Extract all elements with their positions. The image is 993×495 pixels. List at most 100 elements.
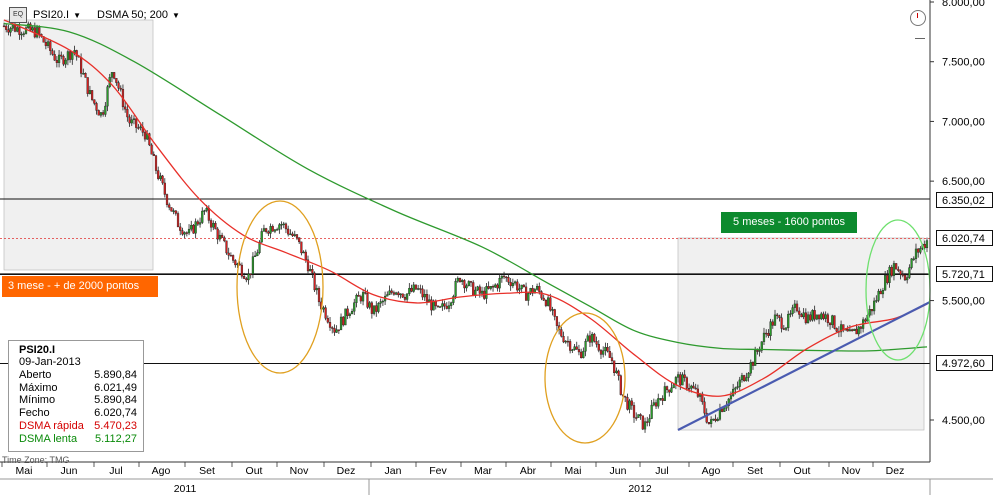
candle-body (798, 310, 801, 315)
x-tick-label: Ago (702, 465, 721, 477)
price-chart[interactable]: 8.000,00 7.500,00 7.000,00 6.500,00 5.500,00… (0, 0, 993, 495)
scroll-indicator[interactable] (915, 28, 925, 39)
candle-body (582, 350, 585, 359)
candle-body (584, 341, 587, 352)
candle-body (55, 59, 58, 63)
candle-body (212, 222, 215, 228)
candle-body (771, 321, 774, 326)
y-tick-label: 4.500,00 (942, 415, 985, 427)
candle-body (165, 194, 169, 205)
candle-body (652, 402, 655, 406)
candle-body (758, 350, 761, 352)
candle-body (641, 415, 644, 430)
candle-body (591, 333, 594, 343)
candle-body (454, 281, 457, 297)
candle-body (738, 379, 741, 387)
candle-body (815, 314, 818, 320)
candle-body (439, 306, 442, 308)
candle-body (824, 314, 827, 319)
clock-icon[interactable] (910, 10, 926, 26)
candle-body (670, 387, 673, 393)
candle-body (355, 294, 358, 303)
candle-body (899, 270, 902, 275)
candle-body (502, 275, 506, 278)
candle-body (273, 229, 277, 232)
candle-body (359, 296, 362, 302)
candle-body (793, 303, 796, 308)
row-label-high: Máximo (19, 381, 58, 394)
candle-body (287, 228, 290, 235)
candle-body (157, 170, 160, 179)
x-tick-label: Mar (474, 465, 493, 477)
candle-body (617, 370, 620, 376)
candle-body (174, 210, 177, 214)
candle-body (249, 273, 252, 276)
candle-body (456, 278, 459, 282)
x-tick-label: Dez (337, 465, 356, 477)
candle-body (183, 232, 186, 235)
candle-body (366, 293, 369, 308)
candle-body (201, 210, 204, 223)
candle-body (450, 302, 453, 306)
candle-body (271, 226, 274, 232)
candle-body (159, 175, 162, 179)
candle-body (399, 293, 402, 296)
candle-body (762, 332, 766, 342)
year-label: 2011 (174, 483, 197, 495)
candle-body (687, 387, 691, 390)
candle-body (707, 422, 711, 424)
candle-body (35, 27, 39, 38)
chevron-down-icon[interactable]: ▼ (172, 11, 180, 20)
candle-body (22, 33, 25, 35)
candle-body (18, 27, 21, 35)
symbol-selector[interactable]: PSI20.I (33, 9, 69, 21)
candle-body (535, 286, 539, 290)
candle-body (357, 294, 360, 297)
candle-body (665, 386, 669, 391)
candle-body (672, 384, 675, 389)
candle-body (254, 255, 257, 258)
candle-body (82, 73, 85, 75)
chevron-down-icon[interactable]: ▼ (73, 11, 81, 20)
candle-body (619, 375, 622, 395)
candle-body (553, 309, 556, 317)
candle-body (518, 288, 521, 291)
x-tick-label: Ago (152, 465, 171, 477)
data-window: PSI20.I 09-Jan-2013 Aberto 5.890,84 Máxim… (8, 340, 144, 452)
candle-body (276, 229, 279, 231)
candle-body (610, 357, 614, 361)
candle-body (317, 288, 321, 303)
candle-body (445, 305, 448, 309)
x-tick-label: Out (794, 465, 811, 477)
candle-body (218, 234, 221, 240)
candle-body (822, 313, 825, 319)
candle-body (736, 386, 739, 389)
candle-body (203, 210, 206, 212)
candle-body (628, 400, 631, 410)
candle-body (463, 280, 466, 289)
candle-body (104, 105, 107, 115)
candle-body (668, 389, 671, 393)
candle-body (190, 224, 193, 230)
candle-body (417, 288, 420, 290)
indicator-selector[interactable]: DSMA 50; 200 (97, 9, 168, 21)
candle-body (425, 294, 429, 302)
x-tick-label: Set (199, 465, 215, 477)
candle-body (326, 318, 329, 323)
candle-body (586, 335, 589, 342)
candle-body (443, 303, 446, 307)
candle-body (923, 243, 926, 249)
candle-body (661, 398, 664, 401)
candle-body (187, 228, 191, 234)
candle-body (826, 314, 829, 324)
candle-body (97, 110, 100, 116)
candle-body (265, 228, 268, 232)
candle-body (806, 314, 810, 324)
candle-body (361, 292, 365, 302)
candle-body (397, 292, 400, 296)
candle-body (60, 54, 63, 57)
candle-body (154, 155, 158, 171)
candle-body (877, 290, 880, 301)
candle-body (401, 293, 404, 298)
candle-body (432, 300, 435, 311)
